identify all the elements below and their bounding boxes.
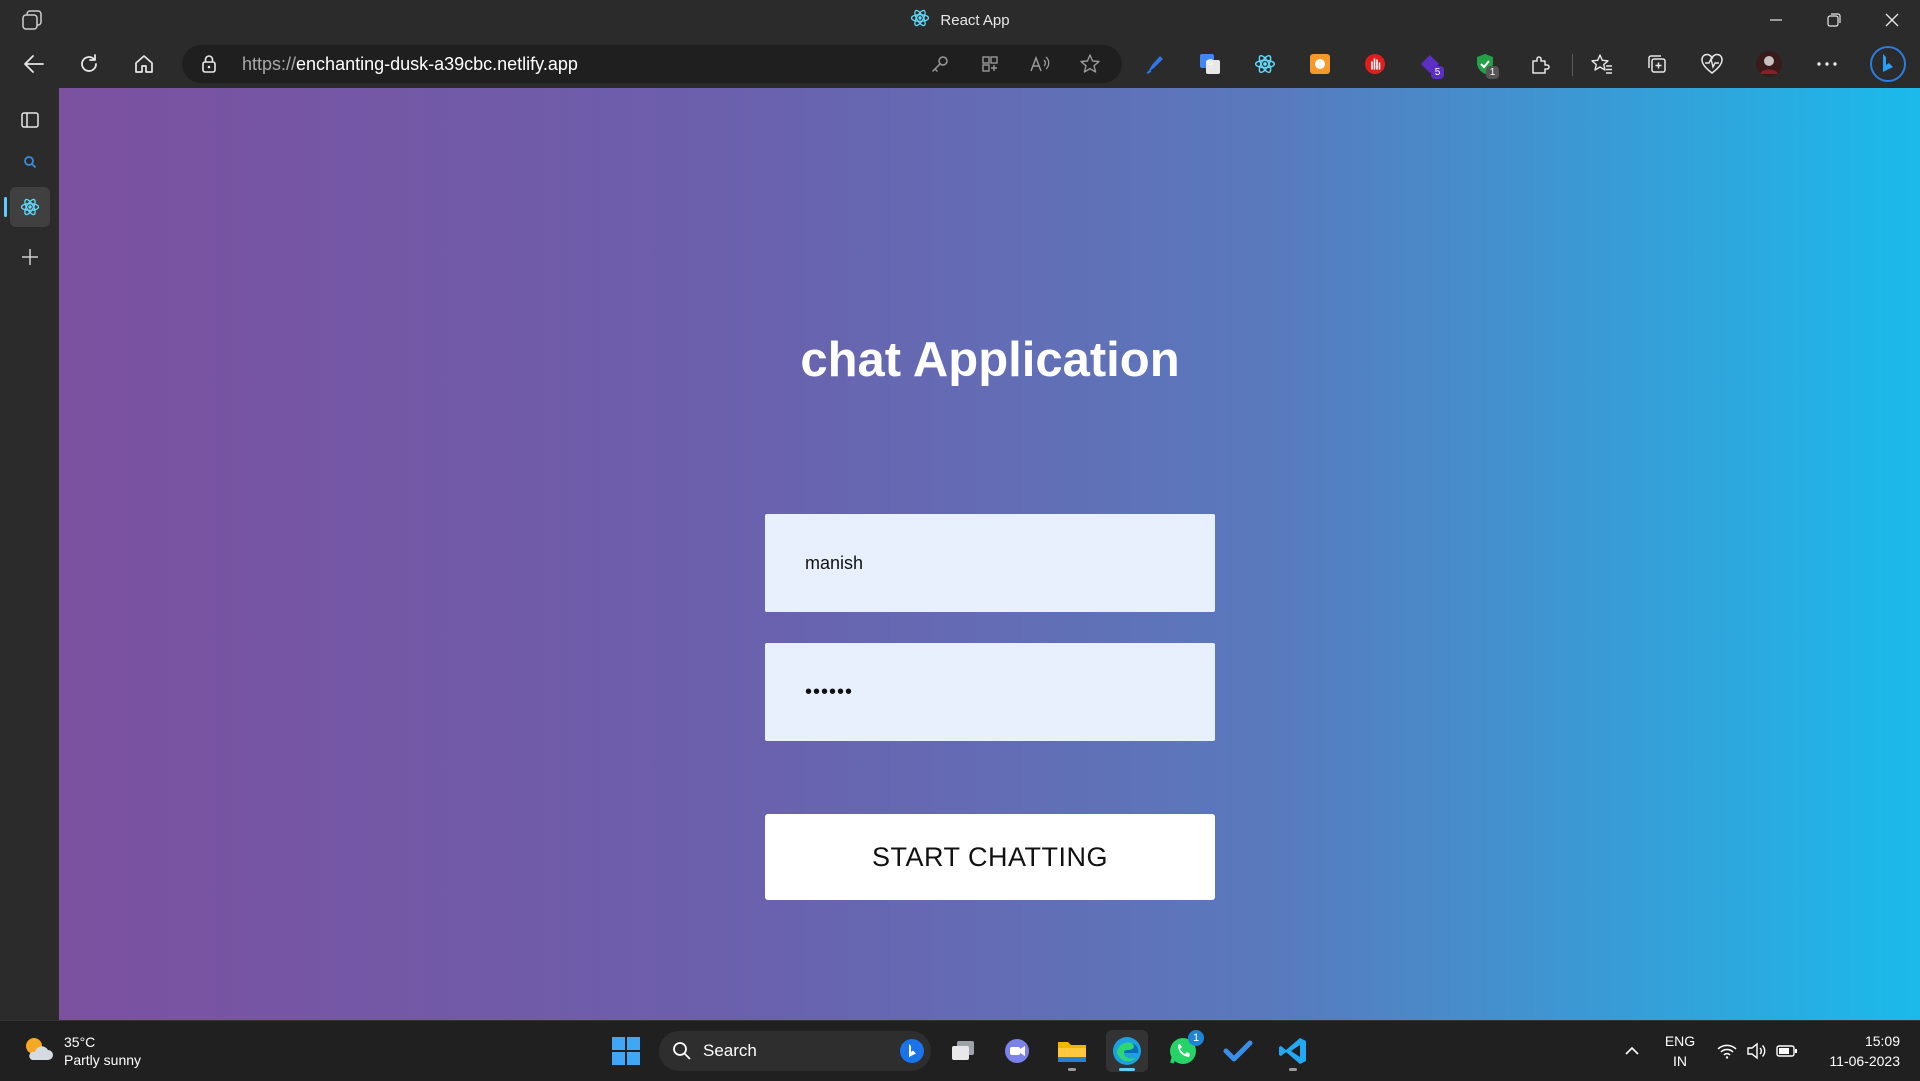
bing-search-icon[interactable] (899, 1038, 925, 1069)
shield-extension-badge: 1 (1486, 66, 1499, 79)
region-code: IN (1673, 1053, 1687, 1069)
tab-actions-sidebar-icon[interactable] (10, 100, 50, 140)
wifi-icon[interactable] (1714, 1021, 1740, 1081)
teams-chat-icon[interactable] (996, 1030, 1038, 1072)
close-button[interactable] (1864, 0, 1920, 40)
url-protocol: https:// (242, 54, 297, 74)
clock-date: 11-06-2023 (1829, 1053, 1900, 1069)
title-bar: React App (0, 0, 1920, 40)
sidebar-tab-react-app[interactable] (4, 187, 50, 227)
running-indicator (1068, 1068, 1076, 1071)
purple-extension-icon[interactable]: 5 (1414, 48, 1446, 80)
new-tab-plus-icon[interactable] (10, 237, 50, 277)
battery-icon[interactable] (1774, 1021, 1800, 1081)
search-label: Search (703, 1041, 757, 1060)
url-text[interactable]: https://enchanting-dusk-a39cbc.netlify.a… (242, 45, 578, 83)
window-title-group: React App (0, 0, 1920, 40)
task-view-icon[interactable] (942, 1030, 984, 1072)
todo-icon[interactable] (1217, 1030, 1259, 1072)
vscode-icon[interactable] (1272, 1030, 1314, 1072)
taskbar-search[interactable]: Search (659, 1031, 931, 1071)
address-bar[interactable]: https://enchanting-dusk-a39cbc.netlify.a… (182, 45, 1122, 83)
weather-description: Partly sunny (64, 1052, 142, 1068)
file-explorer-icon[interactable] (1051, 1030, 1093, 1072)
window-title: React App (940, 11, 1010, 29)
search-icon (672, 1041, 692, 1066)
shield-extension-icon[interactable]: 1 (1469, 48, 1501, 80)
volume-icon[interactable] (1744, 1021, 1770, 1081)
browser-toolbar: https://enchanting-dusk-a39cbc.netlify.a… (0, 40, 1920, 88)
toolbar-divider (1572, 54, 1573, 76)
browser-essentials-icon[interactable] (1696, 48, 1728, 80)
partly-sunny-icon (22, 1034, 54, 1069)
username-input[interactable]: manish (765, 514, 1215, 612)
web-page: chat Application manish •••••• START CHA… (59, 88, 1920, 1020)
minimize-button[interactable] (1748, 0, 1804, 40)
react-devtools-icon[interactable] (1249, 48, 1281, 80)
orange-extension-icon[interactable] (1304, 48, 1336, 80)
pen-extension-icon[interactable] (1139, 48, 1171, 80)
weather-widget[interactable]: 35°C Partly sunny (22, 1031, 141, 1071)
password-input[interactable]: •••••• (765, 643, 1215, 741)
language-code: ENG (1664, 1033, 1696, 1049)
adblock-extension-icon[interactable] (1359, 48, 1391, 80)
favorites-icon[interactable] (1586, 48, 1618, 80)
back-button[interactable] (16, 46, 52, 82)
edge-browser-icon[interactable] (1106, 1030, 1148, 1072)
system-clock[interactable]: 15:09 11-06-2023 (1800, 1031, 1900, 1071)
whatsapp-icon[interactable]: 1 (1162, 1030, 1204, 1072)
running-indicator (1289, 1068, 1297, 1071)
whatsapp-badge: 1 (1188, 1030, 1204, 1046)
lock-icon[interactable] (200, 54, 218, 79)
favorite-star-icon[interactable] (1077, 52, 1103, 76)
language-indicator[interactable]: ENG IN (1660, 1031, 1700, 1071)
url-host: enchanting-dusk-a39cbc.netlify.app (296, 54, 578, 74)
page-heading: chat Application (800, 333, 1180, 387)
translate-extension-icon[interactable]: G (1194, 48, 1226, 80)
bing-copilot-icon[interactable] (1868, 44, 1908, 84)
more-menu-icon[interactable] (1811, 48, 1843, 80)
read-aloud-icon[interactable] (1027, 52, 1053, 76)
profile-avatar[interactable] (1753, 48, 1785, 80)
start-chatting-button[interactable]: START CHATTING (765, 814, 1215, 900)
restore-button[interactable] (1806, 0, 1862, 40)
windows-taskbar: 35°C Partly sunny Search 1 ENG IN 15:09 … (0, 1020, 1920, 1080)
start-button[interactable] (605, 1030, 647, 1072)
show-hidden-icons-chevron-icon[interactable] (1620, 1021, 1644, 1081)
key-icon[interactable] (927, 52, 953, 76)
extensions-puzzle-icon[interactable] (1524, 48, 1556, 80)
purple-extension-badge: 5 (1431, 66, 1444, 79)
refresh-button[interactable] (71, 46, 107, 82)
home-button[interactable] (126, 46, 162, 82)
vertical-sidebar (0, 88, 59, 1020)
app-available-icon[interactable] (977, 52, 1003, 76)
svg-text:G: G (1207, 58, 1213, 67)
clock-time: 15:09 (1864, 1033, 1900, 1049)
sidebar-search-icon[interactable] (10, 142, 50, 182)
weather-temperature: 35°C (64, 1034, 96, 1050)
active-indicator (1119, 1068, 1135, 1071)
collections-icon[interactable] (1641, 48, 1673, 80)
react-favicon-icon (910, 8, 930, 32)
